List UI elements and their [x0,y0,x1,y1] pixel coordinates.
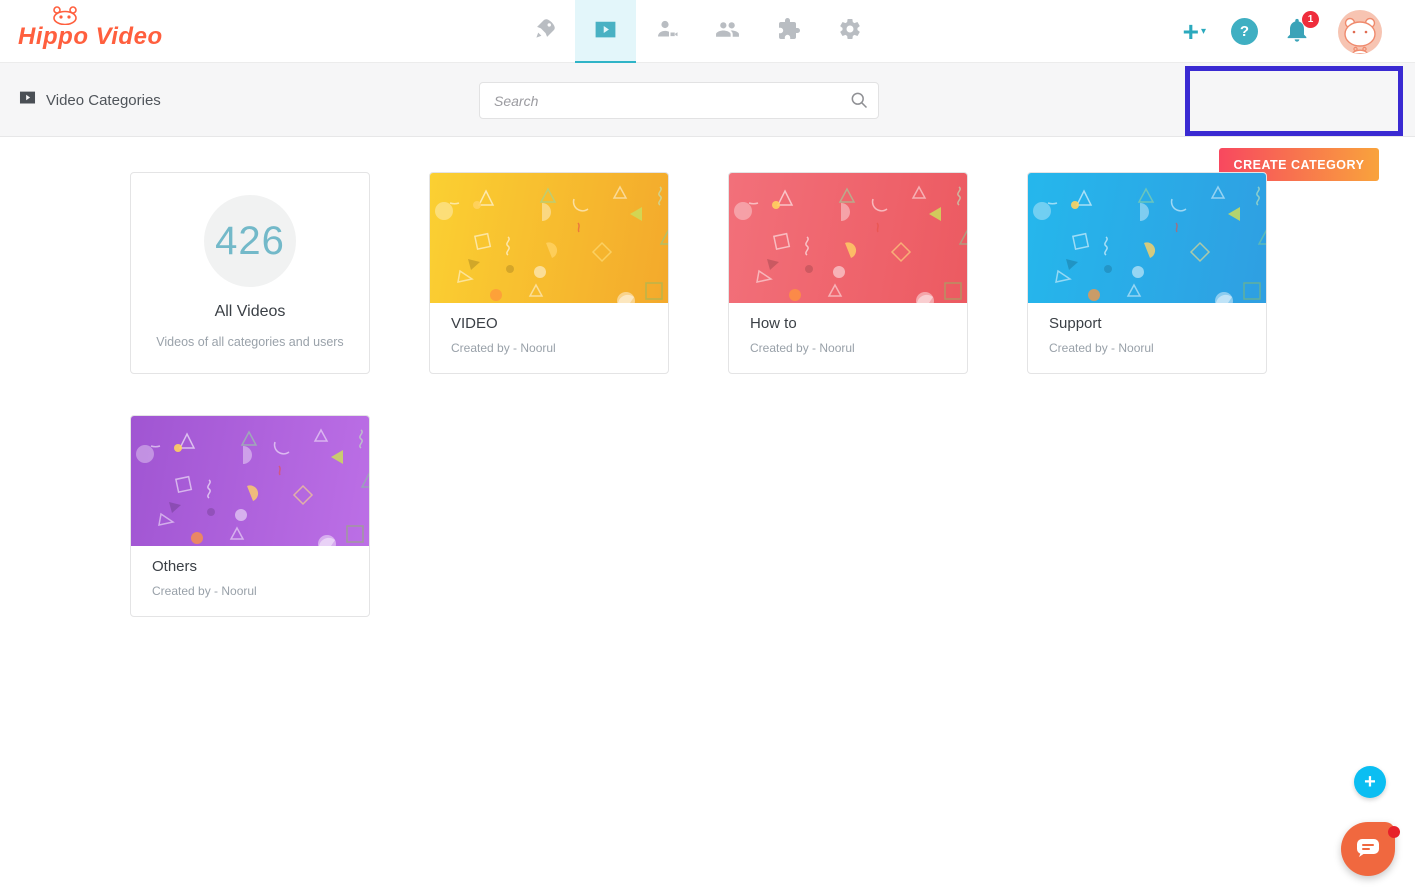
integrations-icon [777,17,801,46]
main-nav-tabs [514,0,880,63]
category-created-by: Created by - Noorul [750,341,946,355]
category-card-video[interactable]: VIDEO Created by - Noorul [429,172,669,374]
chat-widget-button[interactable] [1341,822,1395,876]
question-mark-icon: ? [1240,23,1249,40]
category-title: VIDEO [451,315,647,332]
page-title: Video Categories [46,92,161,109]
chevron-down-icon: ▾ [1201,26,1206,37]
nav-tab-settings[interactable] [819,0,880,63]
notification-badge: 1 [1302,11,1319,28]
all-videos-card[interactable]: 426 All Videos Videos of all categories … [130,172,370,374]
create-menu-button[interactable]: + ▾ [1183,18,1206,46]
category-card-others[interactable]: Others Created by - Noorul [130,415,370,617]
nav-tab-getting-started[interactable] [514,0,575,63]
all-videos-title: All Videos [131,303,369,321]
settings-icon [838,17,862,46]
category-thumbnail [430,173,668,303]
logo-text: Hippo Video [18,23,163,50]
user-video-icon [655,17,679,46]
hippo-video-logo[interactable]: Hippo Video [18,0,163,63]
add-fab-button[interactable]: + [1354,766,1386,798]
video-categories-icon [593,17,618,47]
category-thumbnail [131,416,369,546]
hippo-head-icon [48,5,82,30]
category-title: Others [152,558,348,575]
search-input[interactable] [479,82,879,119]
search-icon[interactable] [849,90,869,115]
page-toolbar: Video Categories CREATE CATEGORY [0,63,1415,137]
video-categories-page: Hippo Video [0,0,1415,894]
category-title: How to [750,315,946,332]
nav-tab-user-videos[interactable] [636,0,697,63]
plus-icon: + [1183,18,1199,46]
category-thumbnail [729,173,967,303]
video-count: 426 [215,219,285,264]
category-created-by: Created by - Noorul [1049,341,1245,355]
video-count-circle: 426 [204,195,296,287]
nav-tab-integrations[interactable] [758,0,819,63]
user-avatar[interactable] [1338,10,1382,54]
hippo-avatar-icon [1338,10,1382,54]
top-navigation-bar: Hippo Video [0,0,1415,63]
all-videos-subtitle: Videos of all categories and users [131,335,369,349]
category-created-by: Created by - Noorul [152,584,348,598]
search-bar [479,82,879,119]
category-card-how-to[interactable]: How to Created by - Noorul [728,172,968,374]
category-card-support[interactable]: Support Created by - Noorul [1027,172,1267,374]
bell-icon [1283,32,1311,49]
notifications-button[interactable]: 1 [1283,15,1313,49]
category-created-by: Created by - Noorul [451,341,647,355]
help-button[interactable]: ? [1231,18,1258,45]
video-categories-title-icon [18,88,37,112]
rocket-icon [533,17,557,46]
nav-tab-video-categories[interactable] [575,0,636,63]
nav-tab-teams[interactable] [697,0,758,63]
category-title: Support [1049,315,1245,332]
nav-actions: + ▾ ? 1 [1183,0,1382,63]
category-thumbnail [1028,173,1266,303]
teams-icon [715,17,740,47]
page-title-wrap: Video Categories [18,63,161,137]
chat-bubble-icon [1355,837,1381,862]
